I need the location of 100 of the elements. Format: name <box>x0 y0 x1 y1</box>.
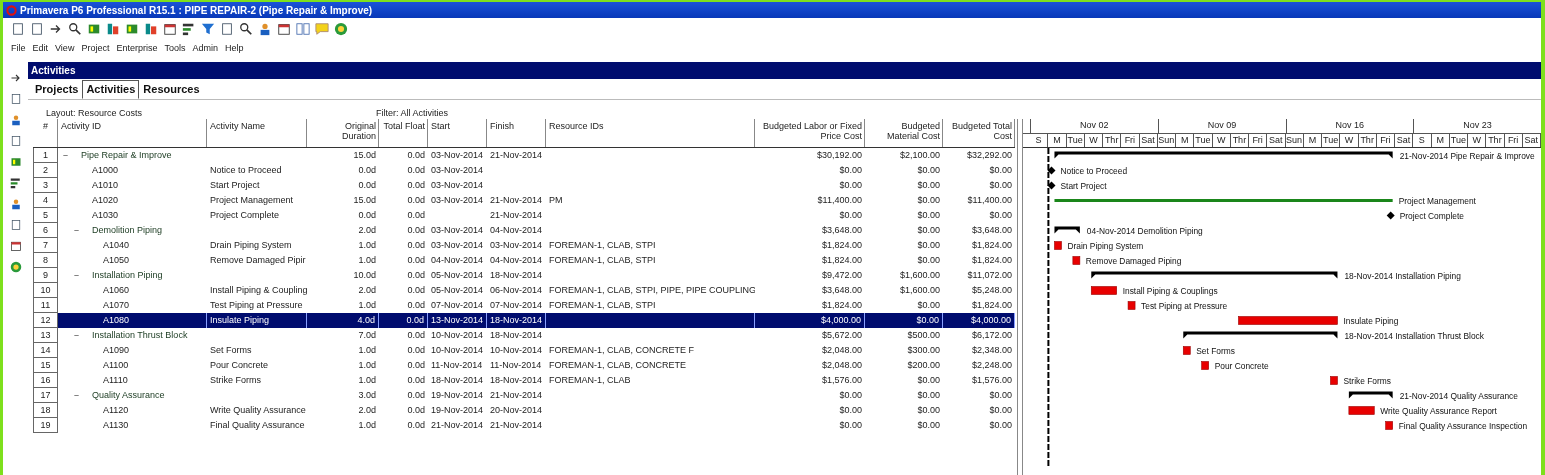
table-cell-text: 0.0d <box>406 299 426 312</box>
menu-item[interactable]: View <box>55 42 75 56</box>
table-cell-text: A1030 <box>91 209 120 222</box>
menu-item[interactable]: File <box>11 42 26 56</box>
page-icon[interactable] <box>30 22 44 36</box>
table-cell-text: 21-Nov-2014 <box>489 209 544 222</box>
chart-icon[interactable] <box>125 22 139 36</box>
column-header[interactable]: Total Float <box>379 119 428 147</box>
page-icon[interactable] <box>220 22 234 36</box>
table-cell: A1080 <box>58 313 207 328</box>
calendar-icon[interactable] <box>9 240 22 252</box>
zoom-icon[interactable] <box>68 22 82 36</box>
table-cell-text: 2.0d <box>357 284 377 297</box>
table-cell-text: $0.00 <box>838 419 863 432</box>
column-header[interactable]: Budgeted Total Cost <box>943 119 1015 147</box>
columns-icon[interactable] <box>296 22 310 36</box>
calendar-icon[interactable] <box>277 22 291 36</box>
table-cell-text: 0.0d <box>406 194 426 207</box>
bar-label: Strike Forms <box>1343 375 1391 386</box>
table-cell-text: 03-Nov-2014 <box>430 164 485 177</box>
menu-item[interactable]: Admin <box>192 42 218 56</box>
filter-icon[interactable] <box>201 22 215 36</box>
chart-icon[interactable] <box>9 156 22 168</box>
column-header[interactable]: Finish <box>487 119 546 147</box>
column-header[interactable]: # <box>33 119 58 147</box>
arrow-icon[interactable] <box>49 22 63 36</box>
column-header[interactable]: Budgeted Material Cost <box>865 119 943 147</box>
day-label: W <box>1340 134 1359 147</box>
collapse-icon[interactable] <box>73 227 80 234</box>
menu-item[interactable]: Edit <box>32 42 49 56</box>
row-number: 14 <box>33 343 58 358</box>
bar-label: Pour Concrete <box>1214 360 1269 371</box>
people-icon[interactable] <box>9 198 22 210</box>
table-cell-text: 18-Nov-2014 <box>489 269 544 282</box>
zoom-icon[interactable] <box>239 22 253 36</box>
tab[interactable]: Resources <box>139 80 204 99</box>
collapse-icon[interactable] <box>73 392 80 399</box>
wbs-name: Demolition Piping <box>92 224 163 237</box>
column-header[interactable]: Original Duration <box>307 119 379 147</box>
row-number: 3 <box>33 178 58 193</box>
people-icon[interactable] <box>258 22 272 36</box>
activity-bar <box>1330 376 1338 385</box>
summary-bar <box>1348 391 1393 399</box>
page-icon[interactable] <box>9 219 22 231</box>
collapse-icon[interactable] <box>62 152 69 159</box>
activity-bar <box>1182 346 1191 355</box>
column-header[interactable]: Activity Name <box>207 119 307 147</box>
column-header[interactable]: Budgeted Labor or Fixed Price Cost <box>755 119 865 147</box>
arrow-icon[interactable] <box>9 72 22 84</box>
day-label: Sat <box>1267 134 1286 147</box>
table-cell: $4,000.00 <box>943 313 1015 328</box>
chart-icon[interactable] <box>106 22 120 36</box>
menu-item[interactable]: Help <box>224 42 244 56</box>
column-header[interactable]: Resource IDs <box>546 119 755 147</box>
table-cell: $4,000.00 <box>755 313 865 328</box>
layout-label[interactable]: Layout: Resource Costs <box>46 107 376 119</box>
table-cell-text: FOREMAN-1, CLAB <box>548 374 632 387</box>
people-icon[interactable] <box>9 114 22 126</box>
table-cell-text: Remove Damaged Pipir <box>209 254 307 267</box>
collapse-icon[interactable] <box>73 272 80 279</box>
table-cell-text: Final Quality Assurance <box>209 419 306 432</box>
menu-item[interactable]: Project <box>81 42 110 56</box>
filter-label[interactable]: Filter: All Activities <box>376 107 449 119</box>
calendar-icon[interactable] <box>163 22 177 36</box>
tab[interactable]: Activities <box>82 80 140 99</box>
table-cell-text: 1.0d <box>357 239 377 252</box>
bar-chart-icon[interactable] <box>9 177 22 189</box>
page-icon[interactable] <box>9 135 22 147</box>
table-cell: 0.0d <box>379 313 428 328</box>
table-cell-text: A1070 <box>102 299 131 312</box>
window-title: Primavera P6 Professional R15.1 : PIPE REPAIR-2 (Pipe Repair & Improve) <box>20 3 373 18</box>
day-label: Fri <box>1376 134 1395 147</box>
table-cell-text: 0.0d <box>406 209 426 222</box>
page-icon[interactable] <box>11 22 25 36</box>
chart-icon[interactable] <box>87 22 101 36</box>
column-header[interactable]: Activity ID <box>58 119 207 147</box>
collapse-icon[interactable] <box>73 332 80 339</box>
row-number: 15 <box>33 358 58 373</box>
menu-item[interactable]: Tools <box>164 42 186 56</box>
table-cell-text: A1050 <box>102 254 131 267</box>
table-cell-text: 21-Nov-2014 <box>489 389 544 402</box>
bar-label: 18-Nov-2014 Installation Thrust Block <box>1344 330 1484 341</box>
table-cell-text: $0.00 <box>988 209 1013 222</box>
table-cell-text: $0.00 <box>838 179 863 192</box>
table-cell-text: $0.00 <box>988 164 1013 177</box>
tab[interactable]: Projects <box>31 80 83 99</box>
table-cell-text: A1000 <box>91 164 120 177</box>
chart-icon[interactable] <box>144 22 158 36</box>
menu-item[interactable]: Enterprise <box>116 42 158 56</box>
comment-icon[interactable] <box>315 22 329 36</box>
bar-chart-icon[interactable] <box>182 22 196 36</box>
row-number: 10 <box>33 283 58 298</box>
table-cell-text: $11,400.00 <box>966 194 1013 207</box>
table-cell-text: 0.0d <box>406 239 426 252</box>
table-cell-text: $2,048.00 <box>820 344 863 357</box>
table-cell-text: 1.0d <box>357 419 377 432</box>
day-label: Sat <box>1395 134 1414 147</box>
page-icon[interactable] <box>9 93 22 105</box>
column-header[interactable]: Start <box>428 119 487 147</box>
bar-label: Project Complete <box>1399 210 1464 221</box>
